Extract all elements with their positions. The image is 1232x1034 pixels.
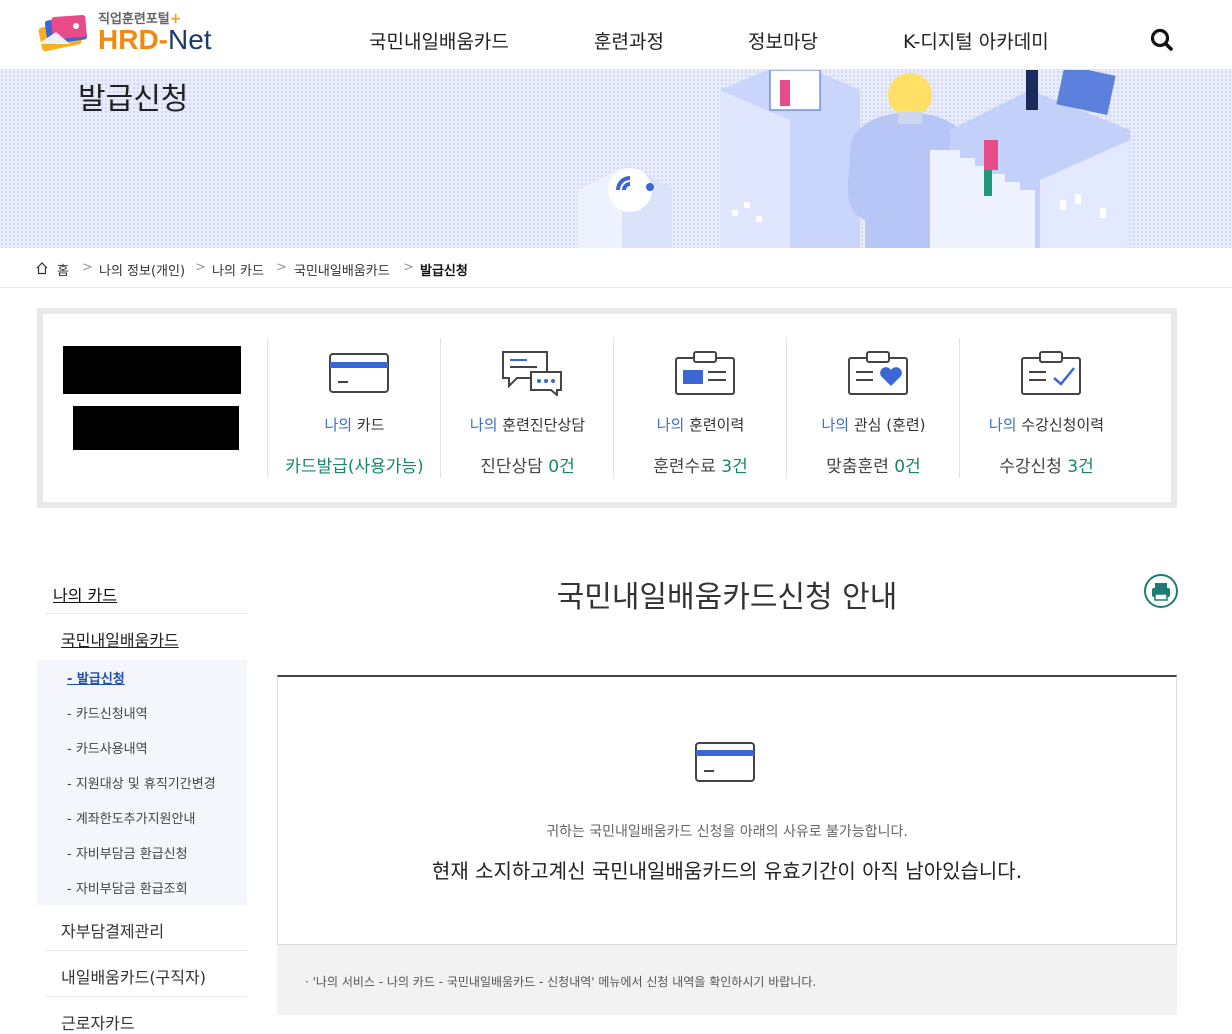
summary-label: 나의 훈련진단상담 [469,416,586,434]
checklist-icon [1021,351,1081,395]
redaction-block [73,406,239,450]
summary-interest[interactable]: 나의 관심 (훈련) 맞춤훈련 0건 [786,338,959,478]
print-button[interactable] [1144,574,1178,608]
nav-card[interactable]: 국민내일배움카드 [369,27,509,54]
search-icon[interactable] [1148,26,1176,54]
side-nav-leaf-refund-query[interactable]: - 자비부담금 환급조회 [67,878,188,897]
summary-value: 카드발급(사용가능) [285,457,424,477]
side-nav-national-card[interactable]: 국민내일배움카드 [61,627,179,651]
side-nav-leaf-refund-apply[interactable]: - 자비부담금 환급신청 [67,843,188,862]
footnote-box: · '나의 서비스 - 나의 카드 - 국민내일배움카드 - 신청내역' 메뉴에… [277,945,1177,1015]
breadcrumb-national-card[interactable]: 국민내일배움카드 [294,260,390,279]
summary-enrollment-history[interactable]: 나의 수강신청이력 수강신청 3건 [959,338,1132,478]
printer-icon [1152,583,1170,601]
heart-badge-icon [848,351,908,395]
summary-value: 진단상담 0건 [480,457,575,477]
home-icon[interactable] [35,261,49,275]
redaction-block [63,346,241,394]
notice-box: 귀하는 국민내일배움카드 신청을 아래의 사유로 불가능합니다. 현재 소지하고… [277,675,1177,945]
breadcrumb-home[interactable]: 홈 [57,260,69,279]
chevron-right-icon: > [82,260,93,275]
side-nav-leaf-usage[interactable]: - 카드사용내역 [67,738,148,757]
logo-mark-icon [38,15,88,52]
nav-k-digital[interactable]: K-디지털 아카데미 [903,27,1049,54]
chevron-right-icon: > [195,260,206,275]
side-nav-title[interactable]: 나의 카드 [53,582,117,606]
summary-label: 나의 관심 (훈련) [821,416,926,434]
side-nav-jobseeker-card[interactable]: 내일배움카드(구직자) [61,964,206,988]
side-nav-leaf-limit-info[interactable]: - 계좌한도추가지원안내 [67,808,195,827]
summary-consulting[interactable]: 나의 훈련진단상담 진단상담 0건 [440,338,613,478]
divider [45,613,247,614]
notice-reason-intro: 귀하는 국민내일배움카드 신청을 아래의 사유로 불가능합니다. [546,824,908,840]
hrd-net-logo[interactable]: 직업훈련포털+ HRD-Net [36,6,236,64]
banner-illustration [578,70,1130,248]
nav-training[interactable]: 훈련과정 [594,27,664,54]
page-title: 국민내일배움카드신청 안내 [556,580,898,615]
breadcrumb-current: 발급신청 [420,264,468,279]
summary-label: 나의 카드 [324,416,385,434]
user-info-redacted [61,338,261,458]
chat-bubbles-icon [502,351,562,396]
chevron-right-icon: > [403,260,414,275]
nav-info[interactable]: 정보마당 [748,27,818,54]
summary-training-history[interactable]: 나의 훈련이력 훈련수료 3건 [613,338,786,478]
divider [45,996,247,997]
divider [45,950,247,951]
breadcrumb-my-card[interactable]: 나의 카드 [212,260,264,279]
side-nav-leaf-change-target[interactable]: - 지원대상 및 휴직기간변경 [67,773,216,792]
breadcrumb: 홈 > 나의 정보(개인) > 나의 카드 > 국민내일배움카드 > 발급신청 [0,248,1232,288]
side-nav-sublist: - 발급신청 - 카드신청내역 - 카드사용내역 - 지원대상 및 휴직기간변경… [37,660,247,905]
summary-value: 수강신청 3건 [999,457,1094,477]
id-badge-icon [675,351,735,395]
side-nav-leaf-apply-history[interactable]: - 카드신청내역 [67,703,148,722]
credit-card-icon [329,353,389,393]
summary-my-card[interactable]: 나의 카드 카드발급(사용가능) [267,338,440,478]
my-summary-panel: 나의 카드 카드발급(사용가능) 나의 훈련진단상담 진단상담 0건 나의 훈련… [37,308,1177,508]
notice-reason: 현재 소지하고계신 국민내일배움카드의 유효기간이 아직 남아있습니다. [431,859,1023,883]
summary-value: 훈련수료 3건 [653,457,748,477]
logo-wordmark: HRD-Net [98,24,212,55]
side-nav-worker-card[interactable]: 근로자카드 [61,1010,135,1034]
summary-label: 나의 훈련이력 [656,416,745,434]
page-banner: 발급신청 [0,70,1232,248]
summary-label: 나의 수강신청이력 [988,416,1105,434]
credit-card-icon [695,742,755,782]
side-nav-leaf-apply[interactable]: - 발급신청 [67,668,125,687]
breadcrumb-my-info[interactable]: 나의 정보(개인) [99,260,185,279]
chevron-right-icon: > [276,260,287,275]
footnote-text: · '나의 서비스 - 나의 카드 - 국민내일배움카드 - 신청내역' 메뉴에… [305,975,817,989]
summary-value: 맞춤훈련 0건 [826,457,921,477]
side-nav-copay[interactable]: 자부담결제관리 [61,918,164,942]
site-header: 직업훈련포털+ HRD-Net 국민내일배움카드 훈련과정 정보마당 K-디지털… [0,0,1232,70]
